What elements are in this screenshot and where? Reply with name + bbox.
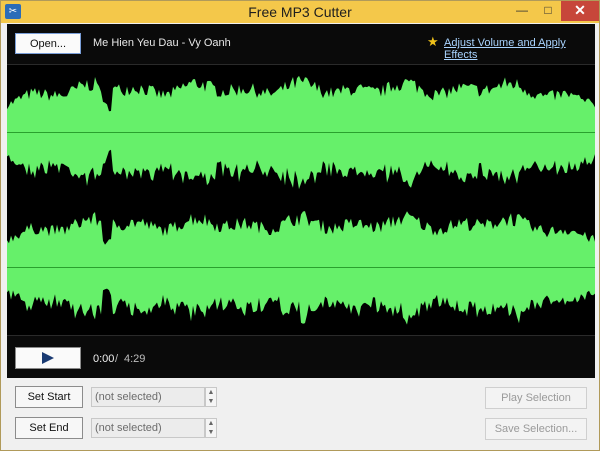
close-button[interactable]: ✕ [561,1,599,21]
waveform-canvas[interactable] [7,65,595,335]
spin-down-icon[interactable]: ▼ [206,397,216,406]
start-time-spinner[interactable]: ▲ ▼ [205,387,217,407]
total-time: 4:29 [124,353,146,365]
file-title: Me Hien Yeu Dau - Vy Oanh [93,37,231,49]
play-icon [42,352,54,364]
play-selection-button[interactable]: Play Selection [485,387,587,409]
waveform-view[interactable] [7,64,595,336]
spin-down-icon[interactable]: ▼ [206,428,216,437]
start-time-field[interactable] [91,387,205,407]
maximize-button[interactable]: □ [535,1,561,21]
end-time-spinner[interactable]: ▲ ▼ [205,418,217,438]
current-time: 0:00 [93,353,115,365]
spin-up-icon[interactable]: ▲ [206,419,216,428]
end-time-field[interactable] [91,418,205,438]
editor-panel: Open... Me Hien Yeu Dau - Vy Oanh ★ Adju… [7,24,595,378]
transport-bar: 0:00 / 4:29 [7,338,595,378]
open-button[interactable]: Open... [15,33,81,54]
set-start-button[interactable]: Set Start [15,386,83,408]
spin-up-icon[interactable]: ▲ [206,388,216,397]
title-bar[interactable]: ✂ Free MP3 Cutter — □ ✕ [1,1,599,23]
save-selection-button[interactable]: Save Selection... [485,418,587,440]
app-window: ✂ Free MP3 Cutter — □ ✕ Open... Me Hien … [0,0,600,451]
star-icon: ★ [427,34,439,49]
minimize-button[interactable]: — [509,1,535,21]
time-separator: / [115,353,119,365]
adjust-volume-effects-link[interactable]: Adjust Volume and Apply Effects [444,37,595,61]
set-end-button[interactable]: Set End [15,417,83,439]
play-button[interactable] [15,347,81,369]
file-toolbar: Open... Me Hien Yeu Dau - Vy Oanh ★ Adju… [7,24,595,62]
scissors-icon[interactable]: ✂ [5,4,21,19]
